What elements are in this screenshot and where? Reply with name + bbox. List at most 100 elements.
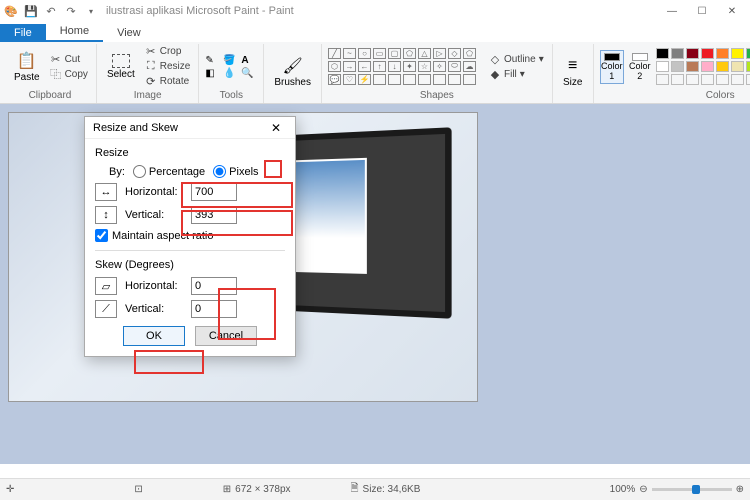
swatch[interactable]	[686, 61, 699, 72]
palette-row1[interactable]	[656, 48, 750, 60]
swatch[interactable]	[656, 61, 669, 72]
canvas-dims: 672 × 378px	[235, 484, 290, 495]
copy-button[interactable]: ⿻Copy	[48, 67, 90, 81]
group-brushes: 🖌 Brushes	[264, 44, 322, 103]
color1-button[interactable]: Color 1	[600, 50, 624, 84]
shapes-gallery[interactable]: ╱~○▭▢⬠△▷◇⬠ ⬡→←↑↓✦☆✧⬭☁ 💬♡⚡	[328, 48, 477, 86]
selection-dims-icon: ⊡	[134, 484, 142, 495]
app-icon: 🎨	[4, 4, 18, 18]
close-button[interactable]: ✕	[718, 1, 746, 21]
resize-skew-dialog: Resize and Skew ✕ Resize By: Percentage …	[84, 116, 296, 357]
save-icon[interactable]: 💾	[24, 4, 38, 18]
ribbon-tabs: File Home View	[0, 22, 750, 42]
select-button[interactable]: Select	[103, 52, 139, 82]
select-label: Select	[107, 69, 135, 80]
brushes-button[interactable]: 🖌 Brushes	[270, 54, 315, 90]
vertical-resize-icon: ↕	[95, 206, 117, 224]
swatch[interactable]	[716, 61, 729, 72]
skew-horizontal-label: Horizontal:	[125, 280, 183, 292]
skew-vertical-label: Vertical:	[125, 303, 183, 315]
palette-row2[interactable]	[656, 61, 750, 73]
crop-button[interactable]: ✂Crop	[143, 45, 193, 59]
magnifier-icon[interactable]: 🔍	[241, 68, 257, 79]
horizontal-resize-icon: ↔	[95, 183, 117, 201]
brush-icon: 🖌	[283, 56, 303, 76]
skew-horizontal-icon: ▱	[95, 277, 117, 295]
outline-icon: ◇	[489, 53, 501, 65]
dialog-close-button[interactable]: ✕	[265, 121, 287, 135]
resize-button[interactable]: ⛶Resize	[143, 60, 193, 74]
color2-button[interactable]: Color 2	[628, 50, 652, 84]
group-shapes-label: Shapes	[328, 89, 546, 103]
text-icon[interactable]: A	[241, 55, 257, 66]
pencil-icon[interactable]: ✎	[205, 55, 221, 66]
swatch[interactable]	[701, 61, 714, 72]
horizontal-label: Horizontal:	[125, 186, 183, 198]
brushes-label: Brushes	[274, 77, 311, 88]
swatch[interactable]	[671, 48, 684, 59]
group-size: ≡ Size	[553, 44, 594, 103]
group-image: Select ✂Crop ⛶Resize ⟳Rotate Image	[97, 44, 199, 103]
cursor-pos-icon: ✛	[6, 484, 14, 495]
swatch[interactable]	[716, 48, 729, 59]
outline-button[interactable]: ◇Outline ▾	[487, 52, 546, 66]
redo-icon[interactable]: ↷	[64, 4, 78, 18]
rotate-button[interactable]: ⟳Rotate	[143, 75, 193, 89]
vertical-label: Vertical:	[125, 209, 183, 221]
tab-file[interactable]: File	[0, 24, 46, 42]
skew-horizontal-input[interactable]	[191, 277, 237, 295]
resize-vertical-input[interactable]	[191, 206, 237, 224]
tab-home[interactable]: Home	[46, 22, 103, 42]
picker-icon[interactable]: 💧	[223, 68, 239, 79]
swatch[interactable]	[746, 61, 750, 72]
aspect-ratio-checkbox[interactable]: Maintain aspect ratio	[95, 229, 214, 242]
copy-icon: ⿻	[50, 68, 62, 80]
undo-icon[interactable]: ↶	[44, 4, 58, 18]
cut-button[interactable]: ✂Cut	[48, 52, 90, 66]
tab-view[interactable]: View	[103, 24, 155, 42]
resize-icon: ⛶	[145, 61, 157, 73]
size-icon: ≡	[563, 56, 583, 76]
group-image-label: Image	[103, 89, 192, 103]
percentage-radio[interactable]: Percentage	[133, 165, 205, 178]
zoom-out-button[interactable]: ⊖	[639, 484, 647, 495]
swatch[interactable]	[686, 48, 699, 59]
group-colors: Color 1 Color 2 Edit colors Colors	[594, 44, 750, 103]
window-title: ilustrasi aplikasi Microsoft Paint - Pai…	[106, 5, 294, 17]
paste-button[interactable]: 📋 Paste	[10, 49, 44, 85]
swatch[interactable]	[731, 48, 744, 59]
ribbon: 📋 Paste ✂Cut ⿻Copy Clipboard Select ✂Cro…	[0, 42, 750, 104]
resize-horizontal-input[interactable]	[191, 183, 237, 201]
eraser-icon[interactable]: ◧	[205, 68, 221, 79]
group-clipboard-label: Clipboard	[10, 89, 90, 103]
file-size-icon: 🗎	[351, 481, 359, 498]
canvas-dims-icon: ⊞	[223, 484, 231, 495]
qat-dropdown-icon[interactable]: ▾	[84, 4, 98, 18]
dialog-titlebar[interactable]: Resize and Skew ✕	[85, 117, 295, 139]
size-button[interactable]: ≡ Size	[559, 54, 587, 90]
swatch[interactable]	[701, 48, 714, 59]
cut-icon: ✂	[50, 53, 62, 65]
swatch[interactable]	[656, 48, 669, 59]
palette-row3[interactable]	[656, 74, 750, 86]
group-tools-label: Tools	[205, 89, 257, 103]
fill-button[interactable]: ◆Fill ▾	[487, 67, 546, 81]
minimize-button[interactable]: —	[658, 1, 686, 21]
swatch[interactable]	[746, 48, 750, 59]
window-controls: — ☐ ✕	[658, 1, 746, 21]
skew-vertical-input[interactable]	[191, 300, 237, 318]
zoom-in-button[interactable]: ⊕	[736, 484, 744, 495]
cancel-button[interactable]: Cancel	[195, 326, 257, 346]
swatch[interactable]	[671, 61, 684, 72]
select-icon	[112, 54, 130, 68]
quick-access-toolbar: 🎨 💾 ↶ ↷ ▾	[4, 4, 98, 18]
skew-section-label: Skew (Degrees)	[95, 259, 285, 271]
ok-button[interactable]: OK	[123, 326, 185, 346]
bucket-icon[interactable]: 🪣	[223, 55, 239, 66]
maximize-button[interactable]: ☐	[688, 1, 716, 21]
color1-swatch	[604, 53, 620, 61]
zoom-slider[interactable]	[652, 488, 732, 491]
resize-section-label: Resize	[95, 147, 285, 159]
swatch[interactable]	[731, 61, 744, 72]
pixels-radio[interactable]: Pixels	[213, 165, 258, 178]
